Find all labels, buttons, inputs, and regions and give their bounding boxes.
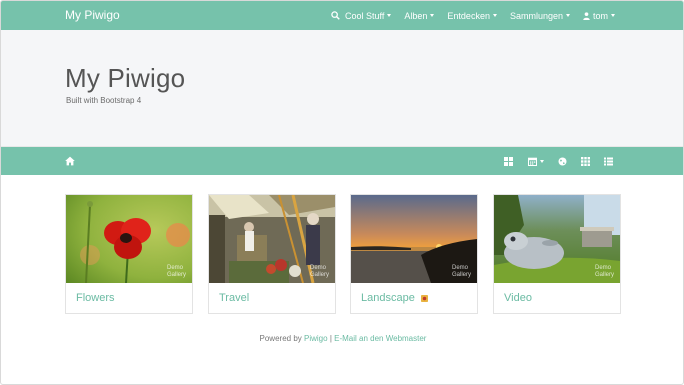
- nav-item-label: Sammlungen: [509, 10, 563, 21]
- chevron-down-icon: [387, 14, 392, 17]
- list-icon: [604, 157, 613, 165]
- album-title[interactable]: Video: [504, 292, 532, 304]
- nav-item-label: tom: [592, 10, 608, 21]
- nav-item-label: Alben: [404, 10, 428, 21]
- page-footer: Powered by Piwigo | E-Mail an den Webmas…: [1, 334, 683, 343]
- calendar-icon: [528, 157, 537, 166]
- album-thumbnail[interactable]: Demo Gallery: [494, 195, 620, 283]
- album-thumbnail[interactable]: Demo Gallery: [66, 195, 192, 283]
- webmaster-email-link[interactable]: E-Mail an den Webmaster: [334, 334, 426, 343]
- map-view-button[interactable]: [558, 156, 567, 166]
- album-card-flowers[interactable]: Demo Gallery Flowers: [65, 194, 193, 314]
- album-card-video[interactable]: Demo Gallery Video: [493, 194, 621, 314]
- list-view-button[interactable]: [604, 156, 613, 166]
- chevron-down-icon: [611, 14, 615, 17]
- navbar-menu: Cool Stuff Alben Entdecken Sammlungen to…: [318, 1, 615, 30]
- watermark: Demo Gallery: [451, 265, 471, 278]
- search-icon: [331, 11, 340, 20]
- album-card-landscape[interactable]: Demo Gallery Landscape: [350, 194, 478, 314]
- watermark: Demo Gallery: [309, 265, 329, 278]
- nav-item-entdecken[interactable]: Entdecken: [447, 11, 497, 21]
- nav-item-cool-stuff[interactable]: Cool Stuff: [331, 10, 392, 21]
- chevron-down-icon: [430, 14, 435, 17]
- home-icon[interactable]: [65, 156, 75, 166]
- nav-item-user[interactable]: tom: [583, 11, 615, 21]
- calendar-dropdown[interactable]: [528, 156, 544, 166]
- album-title[interactable]: Travel: [219, 292, 249, 304]
- top-navbar: My Piwigo Cool Stuff Alben Entdecken Sam…: [1, 1, 683, 30]
- grid-view-button[interactable]: [504, 156, 513, 166]
- nav-item-label: Entdecken: [447, 10, 490, 21]
- powered-by-text: Powered by: [259, 334, 302, 343]
- brand-link[interactable]: My Piwigo: [65, 8, 120, 22]
- nav-item-label: Cool Stuff: [345, 10, 385, 21]
- page-subtitle: Built with Bootstrap 4: [66, 96, 142, 105]
- globe-icon: [558, 157, 567, 165]
- grid-icon: [504, 156, 513, 166]
- jumbotron: My Piwigo Built with Bootstrap 4: [1, 30, 683, 147]
- chevron-down-icon: [565, 14, 570, 17]
- watermark: Demo Gallery: [166, 265, 186, 278]
- chevron-down-icon: [492, 14, 497, 17]
- new-badge-icon: [420, 294, 428, 302]
- nav-item-alben[interactable]: Alben: [404, 10, 435, 21]
- piwigo-link[interactable]: Piwigo: [304, 334, 328, 343]
- footer-separator: |: [329, 334, 332, 343]
- category-toolbar: [1, 147, 683, 175]
- user-icon: [583, 11, 590, 20]
- album-title[interactable]: Flowers: [76, 292, 115, 304]
- chevron-down-icon: [540, 159, 544, 163]
- album-title[interactable]: Landscape: [361, 292, 428, 304]
- album-thumbnail[interactable]: Demo Gallery: [209, 195, 335, 283]
- album-thumbnail[interactable]: Demo Gallery: [351, 195, 477, 283]
- browser-frame: My Piwigo Cool Stuff Alben Entdecken Sam…: [0, 0, 684, 385]
- thumbnails-icon: [581, 156, 590, 166]
- album-card-travel[interactable]: Demo Gallery Travel: [208, 194, 336, 314]
- nav-item-sammlungen[interactable]: Sammlungen: [510, 11, 570, 21]
- page-title: My Piwigo: [65, 63, 186, 93]
- thumbnails-view-button[interactable]: [581, 156, 590, 166]
- watermark: Demo Gallery: [594, 265, 614, 278]
